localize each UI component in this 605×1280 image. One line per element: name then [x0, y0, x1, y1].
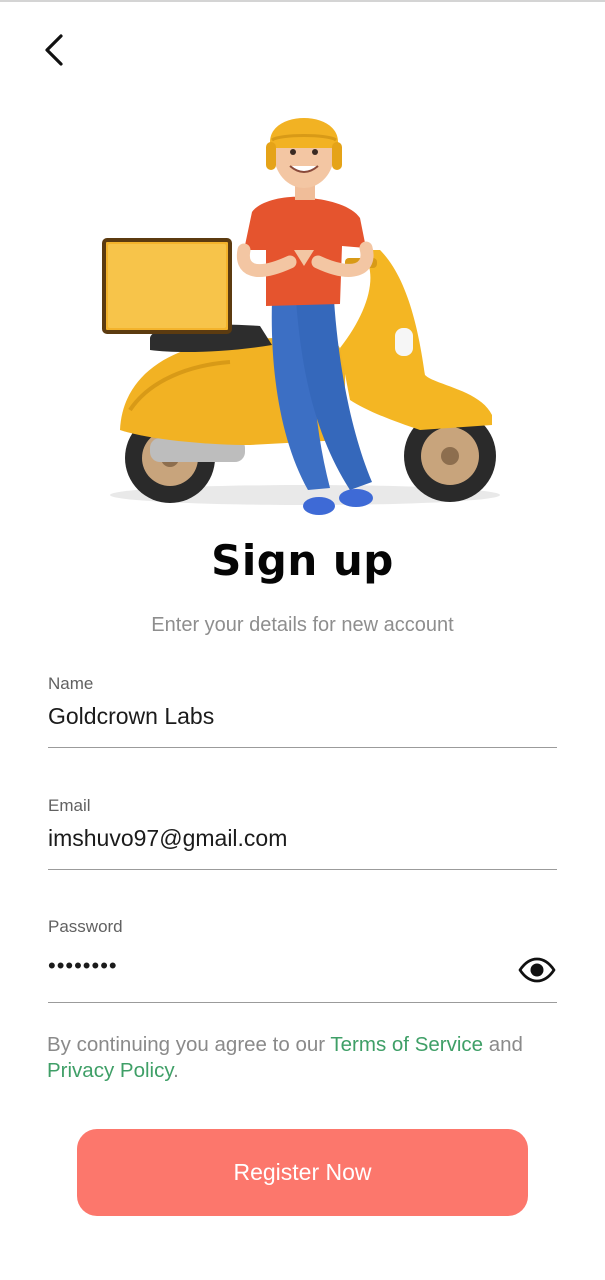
name-field[interactable]: Name Goldcrown Labs: [48, 674, 557, 748]
terms-suffix: .: [173, 1059, 179, 1082]
terms-notice: By continuing you agree to our Terms of …: [47, 1032, 567, 1084]
name-label: Name: [48, 674, 94, 693]
email-field[interactable]: Email imshuvo97@gmail.com: [48, 796, 557, 870]
privacy-policy-link[interactable]: Privacy Policy: [47, 1059, 173, 1082]
name-input[interactable]: Goldcrown Labs: [48, 703, 557, 730]
password-visibility-toggle[interactable]: [517, 955, 557, 985]
password-label: Password: [48, 917, 123, 936]
register-now-button[interactable]: Register Now: [77, 1129, 528, 1216]
password-field[interactable]: Password ••••••••: [48, 917, 557, 1003]
page-title: Sign up: [211, 536, 394, 585]
chevron-left-icon: [45, 34, 63, 66]
eye-icon: [518, 957, 556, 983]
page-subtitle: Enter your details for new account: [151, 614, 454, 636]
top-divider: [0, 0, 605, 2]
email-input[interactable]: imshuvo97@gmail.com: [48, 825, 557, 852]
terms-middle: and: [483, 1033, 523, 1056]
back-button[interactable]: [30, 26, 78, 74]
terms-of-service-link[interactable]: Terms of Service: [330, 1033, 483, 1056]
password-input[interactable]: ••••••••: [48, 953, 557, 979]
hero-illustration: [102, 118, 500, 515]
email-label: Email: [48, 796, 91, 815]
terms-prefix: By continuing you agree to our: [47, 1033, 331, 1056]
